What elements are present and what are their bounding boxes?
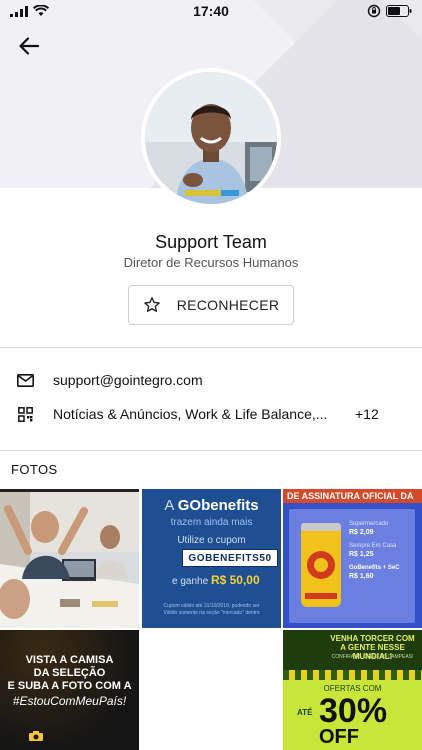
back-button[interactable] xyxy=(14,32,44,60)
photos-section-title: FOTOS xyxy=(11,462,58,477)
groups-more-count[interactable]: +12 xyxy=(355,406,379,422)
drink-price-2-label: Sempre Em Casa xyxy=(349,543,397,549)
worldcup-percent: 30% xyxy=(319,692,388,730)
signal-icon xyxy=(10,5,28,17)
camera-icon xyxy=(29,731,43,741)
shirt-campaign-hashtag: #EstouComMeuPaís! xyxy=(12,694,127,708)
recognize-button[interactable]: RECONHECER xyxy=(128,285,294,325)
gobenefits-brand: GObenefits xyxy=(177,497,259,514)
email-text[interactable]: support@gointegro.com xyxy=(53,372,203,388)
photo-tile-office[interactable] xyxy=(0,489,139,628)
drink-promo-banner: DE ASSINATURA OFICIAL DA xyxy=(287,491,414,501)
profile-name: Support Team xyxy=(155,232,267,252)
mail-icon xyxy=(16,371,34,389)
gobenefits-reward-prefix: e ganhe xyxy=(172,576,211,587)
profile-role: Diretor de Recursos Humanos xyxy=(123,255,299,270)
groups-row[interactable]: Notícias & Anúncios, Work & Life Balance… xyxy=(0,398,422,430)
gobenefits-reward: R$ 50,00 xyxy=(210,573,260,587)
drink-price-2: R$ 1,25 xyxy=(349,551,374,558)
groups-text: Notícias & Anúncios, Work & Life Balance… xyxy=(53,406,328,422)
star-outline-icon xyxy=(143,297,160,312)
worldcup-off: OFF xyxy=(319,726,359,748)
gobenefits-brand-prefix: A xyxy=(164,497,178,514)
groups-grid-icon xyxy=(16,405,34,423)
gobenefits-subtitle: trazem ainda mais xyxy=(170,517,253,528)
shirt-campaign-line-1: VISTA A CAMISA xyxy=(25,654,114,666)
shirt-campaign-line-2: DA SELEÇÃO xyxy=(33,667,106,679)
email-row[interactable]: support@gointegro.com xyxy=(0,364,422,396)
gobenefits-coupon-prompt: Utilize o cupom xyxy=(177,535,246,546)
worldcup-up-to: ATÉ xyxy=(297,708,313,717)
gobenefits-coupon-code: GOBENEFITS50 xyxy=(182,549,278,567)
status-time: 17:40 xyxy=(193,3,229,19)
wifi-icon xyxy=(33,5,49,16)
shirt-campaign-line-3: E SUBA A FOTO COM A xyxy=(7,680,132,692)
divider xyxy=(0,347,422,348)
drink-price-3-label: GoBenefits + SeC xyxy=(349,565,400,571)
photo-tile-blank[interactable] xyxy=(142,630,281,750)
photo-tile-shirt-campaign[interactable]: VISTA A CAMISA DA SELEÇÃO E SUBA A FOTO … xyxy=(0,630,139,750)
profile-avatar xyxy=(141,68,281,208)
worldcup-subheadline: CONFIRA AS OFERTAS CAMPEAS! xyxy=(331,654,414,660)
worldcup-headline-1: VENHA TORCER COM xyxy=(330,634,415,643)
photo-tile-drink-promo[interactable]: DE ASSINATURA OFICIAL DA Supermercado R$… xyxy=(283,489,422,628)
recognize-button-label: RECONHECER xyxy=(176,297,280,313)
photo-tile-worldcup-offers[interactable]: VENHA TORCER COM A GENTE NESSE MUNDIAL! … xyxy=(283,630,422,750)
drink-price-1: R$ 2,09 xyxy=(349,529,374,536)
drink-price-1-label: Supermercado xyxy=(349,521,389,527)
drink-price-3: R$ 1,60 xyxy=(349,573,374,580)
arrow-left-icon xyxy=(19,37,39,55)
drink-can-image xyxy=(301,523,341,607)
orientation-lock-icon xyxy=(367,4,381,18)
photo-tile-gobenefits[interactable]: A GObenefits trazem ainda mais Utilize o… xyxy=(142,489,281,628)
gobenefits-fine-print: Cupom válido até 31/10/2018, podendo ser… xyxy=(163,603,260,616)
status-bar: 17:40 xyxy=(0,0,422,22)
battery-icon xyxy=(386,5,412,17)
divider xyxy=(0,450,422,451)
